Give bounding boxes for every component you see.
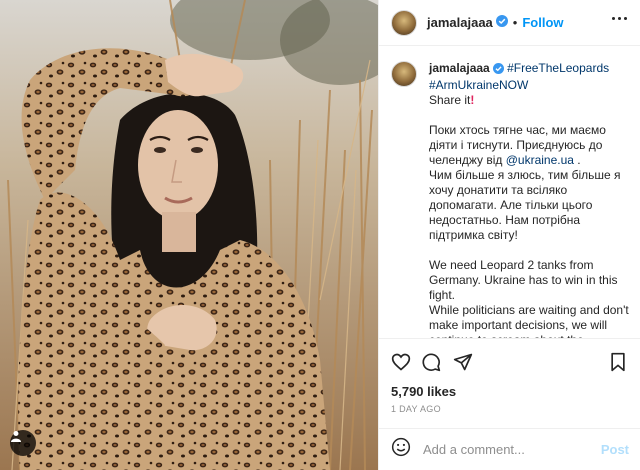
user-tag-button[interactable]	[10, 430, 36, 456]
hashtag-link[interactable]: #ArmUkraineNOW	[429, 78, 528, 92]
post-comment-button[interactable]: Post	[601, 442, 629, 457]
caption-username[interactable]: jamalajaaa	[429, 61, 490, 75]
post-photo[interactable]	[0, 0, 378, 470]
caption-paragraph-ua-2: Чим більше я злюсь, тим більше я хочу до…	[429, 168, 621, 242]
share-icon[interactable]	[453, 352, 473, 377]
bookmark-icon[interactable]	[609, 352, 627, 377]
post-actions	[379, 338, 640, 384]
author-username[interactable]: jamalajaaa	[427, 15, 493, 30]
verified-badge-icon	[495, 14, 508, 32]
comment-icon[interactable]	[421, 352, 441, 377]
mention-link[interactable]: @ukraine.ua	[506, 153, 574, 167]
caption-paragraph-en-2: While politicians are waiting and don't …	[429, 303, 629, 338]
hashtag-link[interactable]: #FreeTheLeopards	[507, 61, 609, 75]
post-image-illustration	[0, 0, 378, 470]
comment-bar: Post	[379, 428, 640, 470]
post-timestamp[interactable]: 1 DAY AGO	[391, 404, 441, 414]
author-avatar[interactable]	[391, 9, 417, 36]
separator-dot: •	[512, 15, 518, 30]
post-header: jamalajaaa • Follow	[379, 0, 640, 46]
follow-button[interactable]: Follow	[522, 15, 563, 30]
exclamation-emoji: !	[470, 93, 475, 107]
comment-input[interactable]	[423, 442, 593, 457]
user-tag-icon	[11, 431, 21, 442]
post-side-panel: jamalajaaa • Follow jamalajaaa #FreeTheL…	[378, 0, 640, 470]
likes-count[interactable]: 5,790 likes	[391, 384, 456, 399]
verified-badge-icon	[492, 63, 504, 78]
emoji-icon[interactable]	[391, 437, 411, 462]
caption-text: jamalajaaa #FreeTheLeopards #ArmUkraineN…	[429, 61, 629, 338]
heart-icon[interactable]	[391, 352, 411, 377]
caption-avatar[interactable]	[391, 61, 417, 87]
caption-paragraph-en: We need Leopard 2 tanks from Germany. Uk…	[429, 258, 618, 302]
caption-share-line: Share it	[429, 93, 471, 107]
caption-paragraph-ua: Поки хтось тягне час, ми маємо діяти і т…	[429, 123, 606, 167]
caption-area: jamalajaaa #FreeTheLeopards #ArmUkraineN…	[379, 47, 640, 338]
more-options-icon[interactable]	[612, 17, 627, 20]
